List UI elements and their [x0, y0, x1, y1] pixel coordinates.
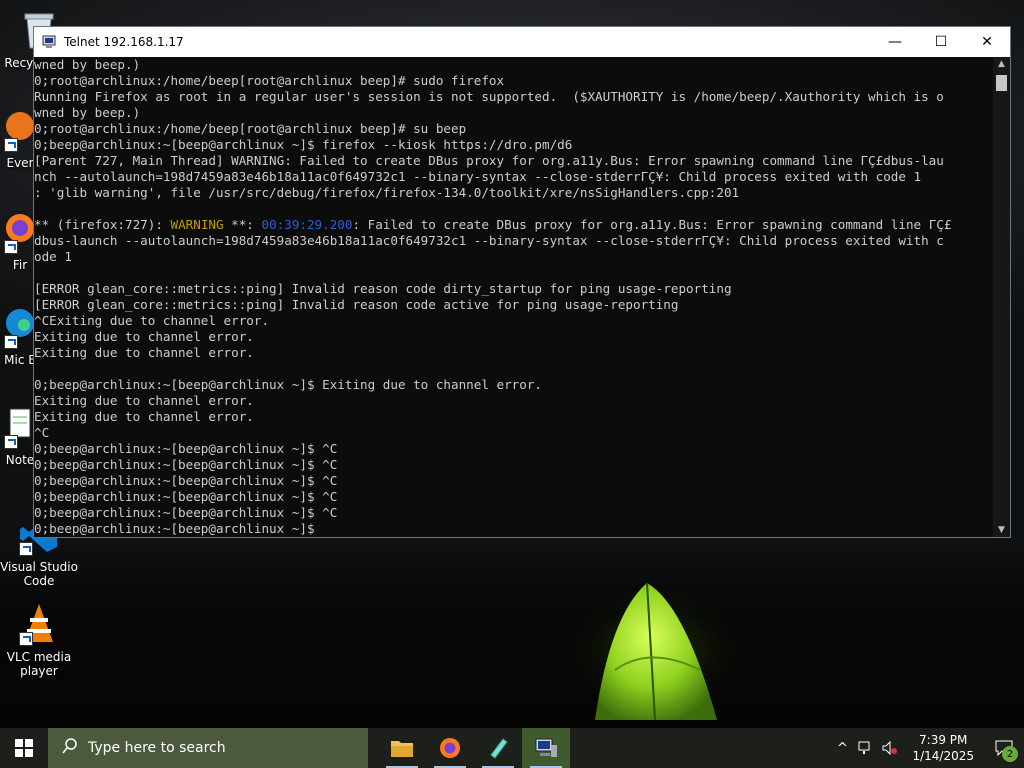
terminal-line: 0;beep@archlinux:~[beep@archlinux ~]$ fi… — [34, 137, 573, 152]
terminal-line: 0;beep@archlinux:~[beep@archlinux ~]$ ^C — [34, 505, 338, 520]
firefox-icon — [440, 738, 460, 758]
shortcut-arrow-icon — [4, 240, 18, 254]
vlc-icon — [17, 602, 61, 646]
window-titlebar[interactable]: Telnet 192.168.1.17 — ☐ ✕ — [34, 27, 1010, 57]
taskbar-search-box[interactable]: Type here to search — [48, 728, 368, 768]
file-explorer-icon — [391, 741, 413, 757]
scroll-up-icon[interactable]: ▲ — [993, 57, 1010, 71]
desktop-icon-label: Visual Studio Code — [0, 560, 78, 588]
terminal-line: 0;beep@archlinux:~[beep@archlinux ~]$ ^C — [34, 473, 338, 488]
taskbar-telnet[interactable] — [522, 728, 570, 768]
volume-muted-icon[interactable] — [878, 728, 902, 768]
terminal-line: ** (firefox:727): WARNING **: 00:39:29.2… — [34, 217, 994, 233]
taskbar-notepad[interactable] — [474, 728, 522, 768]
warn-line-timestamp: 00:39:29.200 — [261, 217, 353, 232]
shortcut-arrow-icon — [4, 435, 18, 449]
terminal-line: [ERROR glean_core::metrics::ping] Invali… — [34, 297, 679, 312]
terminal-line: 0;beep@archlinux:~[beep@archlinux ~]$ ^C — [34, 457, 338, 472]
terminal-line: wned by beep.) — [34, 105, 141, 120]
terminal-line: Exiting due to channel error. — [34, 409, 254, 424]
terminal-output[interactable]: wned by beep.) 0;root@archlinux:/home/bee… — [34, 57, 994, 537]
window-title: Telnet 192.168.1.17 — [64, 35, 184, 49]
terminal-line: Exiting due to channel error. — [34, 393, 254, 408]
terminal-line: Exiting due to channel error. — [34, 329, 254, 344]
notification-badge: 2 — [1002, 746, 1018, 762]
start-button[interactable] — [0, 728, 48, 768]
close-button[interactable]: ✕ — [964, 27, 1010, 57]
taskbar: Type here to search ^ 7:39 PM 1/14/2025 … — [0, 728, 1024, 768]
system-tray: ^ 7:39 PM 1/14/2025 2 — [830, 728, 1024, 768]
desktop-icon-label: Note — [5, 453, 35, 467]
warn-line-warning: WARNING — [170, 217, 224, 232]
taskbar-file-explorer[interactable] — [378, 728, 426, 768]
shortcut-arrow-icon — [4, 138, 18, 152]
terminal-line: : 'glib warning', file /usr/src/debug/fi… — [34, 185, 740, 200]
taskbar-firefox[interactable] — [426, 728, 474, 768]
terminal-scrollbar[interactable]: ▲ ▼ — [993, 57, 1010, 537]
terminal-line: ^CExiting due to channel error. — [34, 313, 270, 328]
terminal-line: 0;root@archlinux:/home/beep[root@archlin… — [34, 121, 467, 136]
terminal-line: 0;beep@archlinux:~[beep@archlinux ~]$ ^C — [34, 441, 338, 456]
shortcut-arrow-icon — [19, 542, 33, 556]
telnet-icon — [42, 35, 56, 48]
desktop-icon-label: VLC media player — [6, 650, 72, 678]
terminal-line: 0;beep@archlinux:~[beep@archlinux ~]$ Ex… — [34, 377, 542, 392]
network-icon[interactable] — [854, 728, 878, 768]
terminal-line: [Parent 727, Main Thread] WARNING: Faile… — [34, 153, 944, 168]
clock-time: 7:39 PM — [919, 733, 968, 747]
terminal-line: [ERROR glean_core::metrics::ping] Invali… — [34, 281, 732, 296]
windows-logo-icon — [15, 739, 33, 757]
search-placeholder: Type here to search — [88, 740, 226, 756]
clock-date: 1/14/2025 — [912, 749, 974, 763]
shortcut-arrow-icon — [4, 335, 18, 349]
desktop-icon-vlc[interactable]: VLC media player — [0, 602, 78, 678]
taskbar-clock[interactable]: 7:39 PM 1/14/2025 — [912, 732, 974, 764]
terminal-line: nch --autolaunch=198d7459a83e46b18a11ac0… — [34, 169, 922, 184]
terminal-line: Exiting due to channel error. — [34, 345, 254, 360]
scroll-down-icon[interactable]: ▼ — [993, 523, 1010, 537]
chevron-up-icon[interactable]: ^ — [830, 728, 854, 768]
notification-center-button[interactable]: 2 — [984, 728, 1024, 768]
warn-line-rest: : Failed to create DBus proxy for org.a1… — [352, 217, 952, 232]
warn-line-stars: **: — [223, 217, 262, 232]
notepad-icon — [490, 738, 508, 759]
shortcut-arrow-icon — [19, 632, 33, 646]
warn-line-prefix: ** (firefox:727): — [34, 217, 171, 232]
terminal-line: wned by beep.) — [34, 57, 141, 72]
maximize-button[interactable]: ☐ — [918, 27, 964, 57]
search-icon — [62, 738, 78, 758]
desktop-icon-label: Fir — [12, 258, 28, 272]
terminal-line: dbus-launch --autolaunch=198d7459a83e46b… — [34, 233, 944, 248]
terminal-line: 0;beep@archlinux:~[beep@archlinux ~]$ — [34, 521, 315, 536]
desktop-icon-label: Ever — [6, 156, 34, 170]
scrollbar-thumb[interactable] — [996, 75, 1007, 91]
minimize-button[interactable]: — — [872, 27, 918, 57]
tent-wallpaper — [595, 582, 717, 721]
desktop-icon-label: Mic E — [4, 353, 36, 367]
terminal-line: ode 1 — [34, 249, 72, 264]
terminal-line: ^C — [34, 425, 50, 440]
telnet-window[interactable]: Telnet 192.168.1.17 — ☐ ✕ wned by beep.)… — [33, 26, 1011, 538]
terminal-line: 0;beep@archlinux:~[beep@archlinux ~]$ ^C — [34, 489, 338, 504]
terminal-line: Running Firefox as root in a regular use… — [34, 89, 944, 104]
terminal-line: 0;root@archlinux:/home/beep[root@archlin… — [34, 73, 505, 88]
desktop-background — [0, 540, 1024, 728]
telnet-icon — [535, 738, 557, 757]
